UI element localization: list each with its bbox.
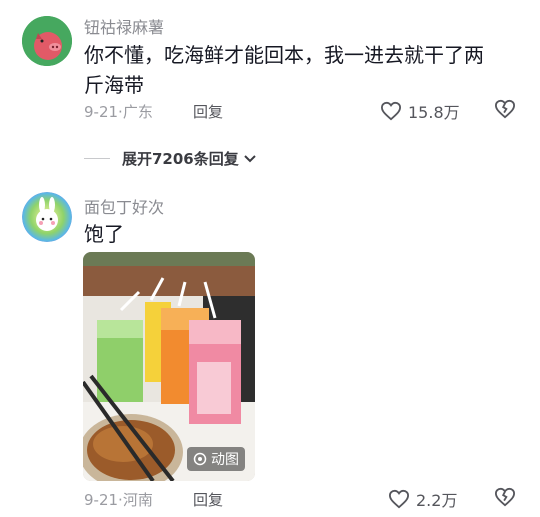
reply-button[interactable]: 回复 — [193, 101, 223, 122]
comment-meta: 9-21·广东 — [84, 101, 153, 122]
expand-replies-button[interactable]: 展开7206条回复 — [84, 148, 257, 169]
comment-date: 9-21· — [84, 491, 123, 509]
like-count: 2.2万 — [416, 491, 458, 510]
like-button[interactable]: 2.2万 — [388, 487, 457, 511]
divider-line — [84, 158, 110, 159]
comment-meta: 9-21·河南 — [84, 489, 153, 510]
heart-icon — [380, 101, 402, 121]
comment-text-line: 斤海带 — [84, 73, 144, 97]
pig-avatar-icon — [22, 16, 72, 66]
avatar[interactable] — [22, 16, 72, 66]
broken-heart-icon — [494, 99, 516, 119]
comment-username[interactable]: 面包丁好次 — [84, 194, 164, 218]
gif-badge: 动图 — [187, 447, 245, 471]
comment-username[interactable]: 钮祜禄麻薯 — [84, 14, 164, 38]
comment-location: 河南 — [122, 491, 153, 509]
like-button[interactable]: 15.8万 — [380, 99, 460, 123]
comment-text-line: 你不懂，吃海鲜才能回本，我一进去就干了两 — [84, 43, 484, 67]
chevron-down-icon — [244, 154, 256, 162]
comment-image[interactable]: 动图 — [83, 252, 255, 481]
avatar[interactable] — [22, 192, 72, 242]
comment-text: 饱了 — [84, 222, 124, 246]
reply-button[interactable]: 回复 — [193, 489, 223, 510]
broken-heart-icon — [494, 487, 516, 507]
heart-icon — [388, 489, 410, 509]
bunny-avatar-icon — [22, 192, 72, 242]
dislike-button[interactable] — [494, 487, 516, 511]
dislike-button[interactable] — [494, 99, 516, 123]
comment-text: 你不懂，吃海鲜才能回本，我一进去就干了两 斤海带 — [84, 40, 524, 100]
gif-badge-label: 动图 — [211, 452, 239, 468]
comment-location: 广东 — [122, 103, 153, 121]
expand-replies-label: 展开7206条回复 — [122, 150, 239, 168]
comment-date: 9-21· — [84, 103, 123, 121]
gif-icon — [193, 452, 207, 466]
like-count: 15.8万 — [408, 103, 460, 122]
